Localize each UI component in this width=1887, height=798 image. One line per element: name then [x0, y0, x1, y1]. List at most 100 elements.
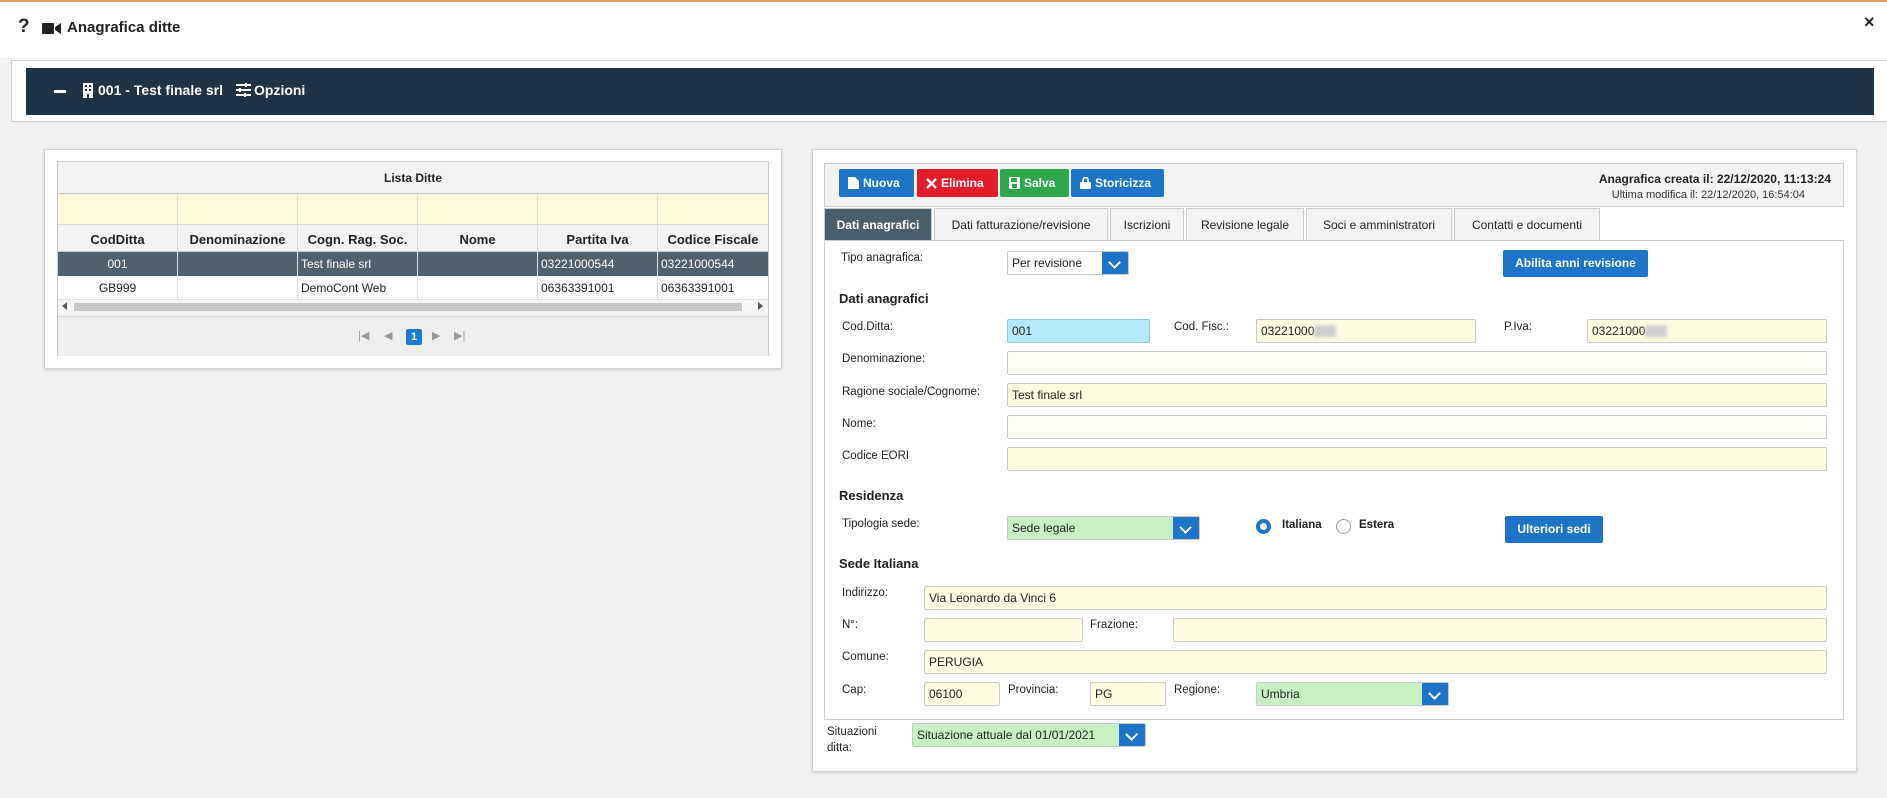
denominazione-label: Denominazione: — [842, 353, 926, 365]
tipo-select[interactable]: Per revisione — [1007, 251, 1129, 275]
filter-cognome[interactable] — [298, 195, 418, 225]
regione-select[interactable]: Umbria — [1256, 682, 1449, 706]
new-button-label: Nuova — [863, 176, 900, 190]
cell: 06363391001 — [661, 281, 735, 295]
delete-button-label: Elimina — [941, 176, 984, 190]
radio-estera[interactable] — [1336, 519, 1351, 534]
codfisc-value: 03221000 — [1261, 324, 1315, 338]
comune-input[interactable]: PERUGIA — [924, 650, 1827, 674]
abilita-anni-button[interactable]: Abilita anni revisione — [1503, 250, 1648, 277]
save-button[interactable]: Salva — [1000, 169, 1069, 197]
cell: DemoCont Web — [298, 276, 418, 300]
ulteriori-sedi-button[interactable]: Ulteriori sedi — [1505, 516, 1603, 543]
current-company-link[interactable]: 001 - Test finale srl — [98, 82, 223, 98]
save-button-label: Salva — [1024, 176, 1056, 190]
provincia-label: Provincia: — [1008, 684, 1059, 696]
column-header[interactable]: Denominazione — [178, 225, 298, 252]
cap-input[interactable]: 06100 — [924, 682, 1000, 706]
cell — [178, 252, 298, 276]
radio-italiana-label: Italiana — [1282, 519, 1322, 531]
numero-input[interactable] — [924, 618, 1083, 642]
grid-title: Lista Ditte — [58, 162, 768, 194]
table-row[interactable]: 001 Test finale srl 03221000544 03221000… — [58, 252, 768, 276]
nome-input[interactable] — [1007, 415, 1827, 439]
chevron-down-icon[interactable] — [1119, 724, 1145, 746]
codditta-input[interactable]: 001 — [1007, 319, 1150, 343]
scroll-right-icon[interactable] — [758, 302, 763, 310]
denominazione-input[interactable] — [1007, 351, 1827, 375]
ragione-input[interactable]: Test finale srl — [1007, 383, 1827, 407]
scroll-left-icon[interactable] — [62, 302, 67, 310]
column-header[interactable]: Partita Iva — [538, 225, 658, 252]
frazione-label: Frazione: — [1090, 619, 1138, 631]
codfisc-input[interactable]: 03221000 — [1256, 319, 1476, 343]
delete-button[interactable]: Elimina — [917, 169, 998, 197]
window-titlebar: ? Anagrafica ditte × — [0, 2, 1887, 58]
radio-italiana[interactable] — [1256, 519, 1271, 534]
file-icon — [848, 177, 859, 189]
company-navbar: 001 - Test finale srl Opzioni — [26, 68, 1874, 115]
tab-revisione-legale[interactable]: Revisione legale — [1186, 208, 1304, 240]
numero-label: N°: — [842, 619, 859, 631]
close-icon[interactable]: × — [1864, 12, 1875, 33]
sliders-icon[interactable] — [236, 83, 251, 97]
new-button[interactable]: Nuova — [839, 169, 914, 197]
created-timestamp: Anagrafica creata il: 22/12/2020, 11:13:… — [1598, 172, 1831, 186]
tab-contatti[interactable]: Contatti e documenti — [1454, 208, 1600, 240]
horizontal-scrollbar[interactable] — [58, 300, 768, 314]
frazione-input[interactable] — [1173, 618, 1827, 642]
codditta-label: Cod.Ditta: — [842, 321, 894, 333]
last-page-icon[interactable]: ▶| — [454, 329, 465, 342]
tab-fatturazione[interactable]: Dati fatturazione/revisione — [934, 208, 1108, 240]
next-page-icon[interactable]: ▶ — [432, 329, 440, 342]
window-title: Anagrafica ditte — [67, 19, 181, 36]
tab-dati-anagrafici[interactable]: Dati anagrafici — [824, 208, 932, 240]
chevron-down-icon[interactable] — [1173, 517, 1199, 539]
chevron-down-icon[interactable] — [1102, 252, 1128, 274]
column-header[interactable]: Codice Fiscale — [658, 225, 768, 252]
current-page[interactable]: 1 — [406, 329, 422, 345]
tipologia-value: Sede legale — [1012, 521, 1076, 535]
piva-value: 03221000 — [1592, 324, 1646, 338]
cell — [178, 276, 298, 300]
grid-filter-row — [58, 195, 768, 225]
provincia-input[interactable]: PG — [1090, 682, 1166, 706]
indirizzo-input[interactable]: Via Leonardo da Vinci 6 — [924, 586, 1827, 610]
cell: 03221000544 — [661, 257, 735, 271]
tab-soci[interactable]: Soci e amministratori — [1306, 208, 1452, 240]
historicize-button[interactable]: Storicizza — [1071, 169, 1164, 197]
scrollbar-thumb[interactable] — [74, 303, 742, 311]
filter-piva[interactable] — [538, 195, 658, 225]
eori-label: Codice EORI — [842, 450, 910, 462]
piva-input[interactable]: 03221000 — [1587, 319, 1827, 343]
table-row[interactable]: GB999 DemoCont Web 06363391001 063633910… — [58, 276, 768, 300]
cell: Test finale srl — [298, 252, 418, 276]
piva-label: P.Iva: — [1504, 321, 1532, 333]
first-page-icon[interactable]: |◀ — [358, 329, 369, 342]
column-header[interactable]: CodDitta — [58, 225, 178, 252]
prev-page-icon[interactable]: ◀ — [384, 329, 392, 342]
tipologia-select[interactable]: Sede legale — [1007, 516, 1200, 540]
column-header[interactable]: Nome — [418, 225, 538, 252]
building-icon — [83, 83, 93, 98]
tab-iscrizioni[interactable]: Iscrizioni — [1110, 208, 1184, 240]
collapse-icon[interactable] — [54, 90, 66, 93]
cell — [418, 276, 538, 300]
cell — [418, 252, 538, 276]
filter-denominazione[interactable] — [178, 195, 298, 225]
column-header[interactable]: Cogn. Rag. Soc. — [298, 225, 418, 252]
situazioni-select[interactable]: Situazione attuale dal 01/01/2021 — [912, 723, 1146, 747]
section-residenza: Residenza — [839, 488, 904, 503]
situazioni-label: Situazioni ditta: — [827, 726, 877, 754]
chevron-down-icon[interactable] — [1422, 683, 1448, 705]
filter-nome[interactable] — [418, 195, 538, 225]
cell: 03221000544 — [538, 252, 658, 276]
eori-input[interactable] — [1007, 447, 1827, 471]
filter-codditta[interactable] — [58, 195, 178, 225]
regione-value: Umbria — [1261, 687, 1300, 701]
video-camera-icon[interactable] — [42, 22, 61, 35]
filter-codfisc[interactable] — [658, 195, 768, 225]
redacted-blur — [1314, 325, 1337, 337]
options-menu[interactable]: Opzioni — [254, 82, 305, 98]
help-icon[interactable]: ? — [18, 16, 30, 38]
